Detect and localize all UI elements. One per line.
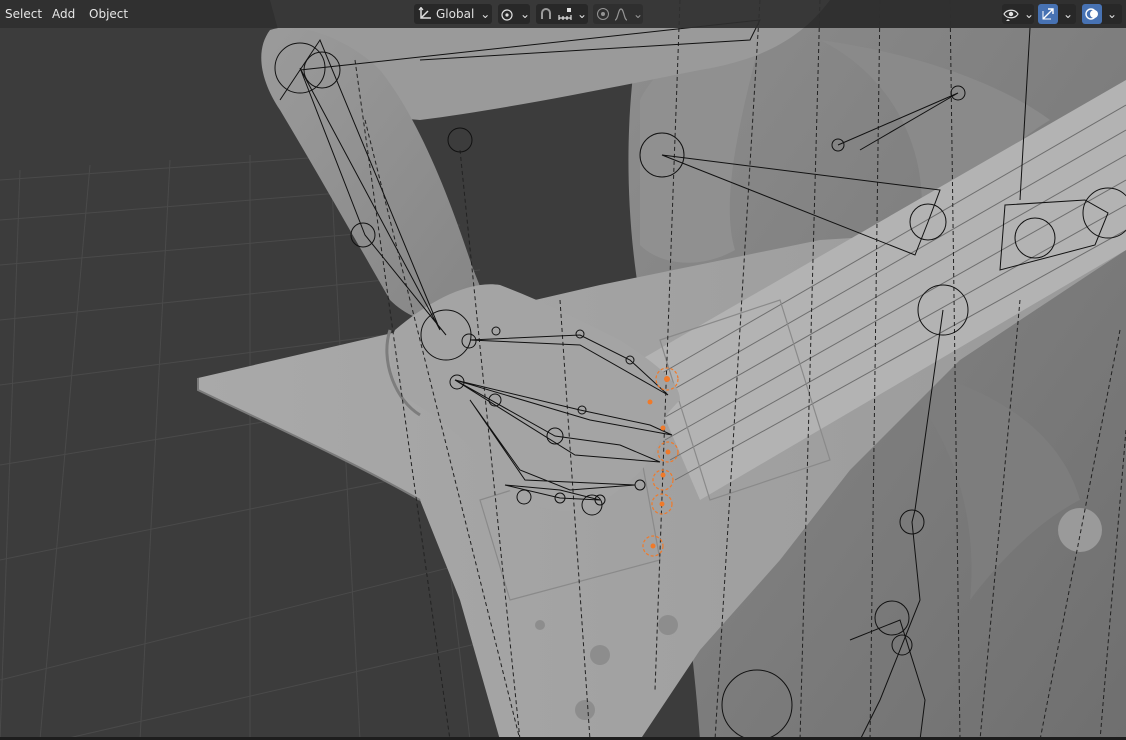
- chevron-down-icon: ⌄: [1023, 7, 1034, 21]
- orientation-icon: [414, 4, 436, 24]
- snap-magnet-icon[interactable]: [536, 4, 556, 24]
- snap-increment-icon[interactable]: [556, 4, 574, 24]
- select-menu[interactable]: Select: [3, 5, 44, 23]
- chevron-down-icon: ⌄: [577, 7, 588, 21]
- add-menu[interactable]: Add: [50, 5, 77, 23]
- falloff-icon[interactable]: [612, 4, 630, 24]
- 3d-viewport[interactable]: [0, 0, 1126, 740]
- chevron-down-icon: ⌄: [1063, 7, 1074, 21]
- proportional-edit-icon[interactable]: [593, 4, 612, 24]
- chevron-down-icon: ⌄: [1107, 7, 1118, 21]
- snapping-group[interactable]: ⌄: [536, 4, 588, 24]
- object-menu[interactable]: Object: [87, 5, 130, 23]
- viewport-header: Select Add Object Global ⌄ ⌄ ⌄ ⌄ ⌄ ⌄ ⌄: [0, 0, 1126, 28]
- pivot-icon: [498, 4, 517, 24]
- gizmo-toggle-group[interactable]: ⌄: [1038, 4, 1076, 24]
- chevron-down-icon: ⌄: [519, 7, 530, 21]
- scene-render[interactable]: [0, 0, 1126, 740]
- chevron-down-icon: ⌄: [632, 7, 643, 21]
- pivot-point-dropdown[interactable]: ⌄: [498, 4, 530, 24]
- visibility-eye-icon: [1002, 4, 1021, 24]
- gizmo-icon[interactable]: [1038, 4, 1058, 24]
- proportional-editing-group[interactable]: ⌄: [593, 4, 643, 24]
- chevron-down-icon: ⌄: [480, 7, 491, 21]
- overlays-icon[interactable]: [1082, 4, 1102, 24]
- transform-orientation-dropdown[interactable]: Global ⌄: [414, 4, 492, 24]
- overlays-toggle-group[interactable]: ⌄: [1082, 4, 1122, 24]
- object-visibility-dropdown[interactable]: ⌄: [1002, 4, 1034, 24]
- orientation-label: Global: [436, 7, 475, 21]
